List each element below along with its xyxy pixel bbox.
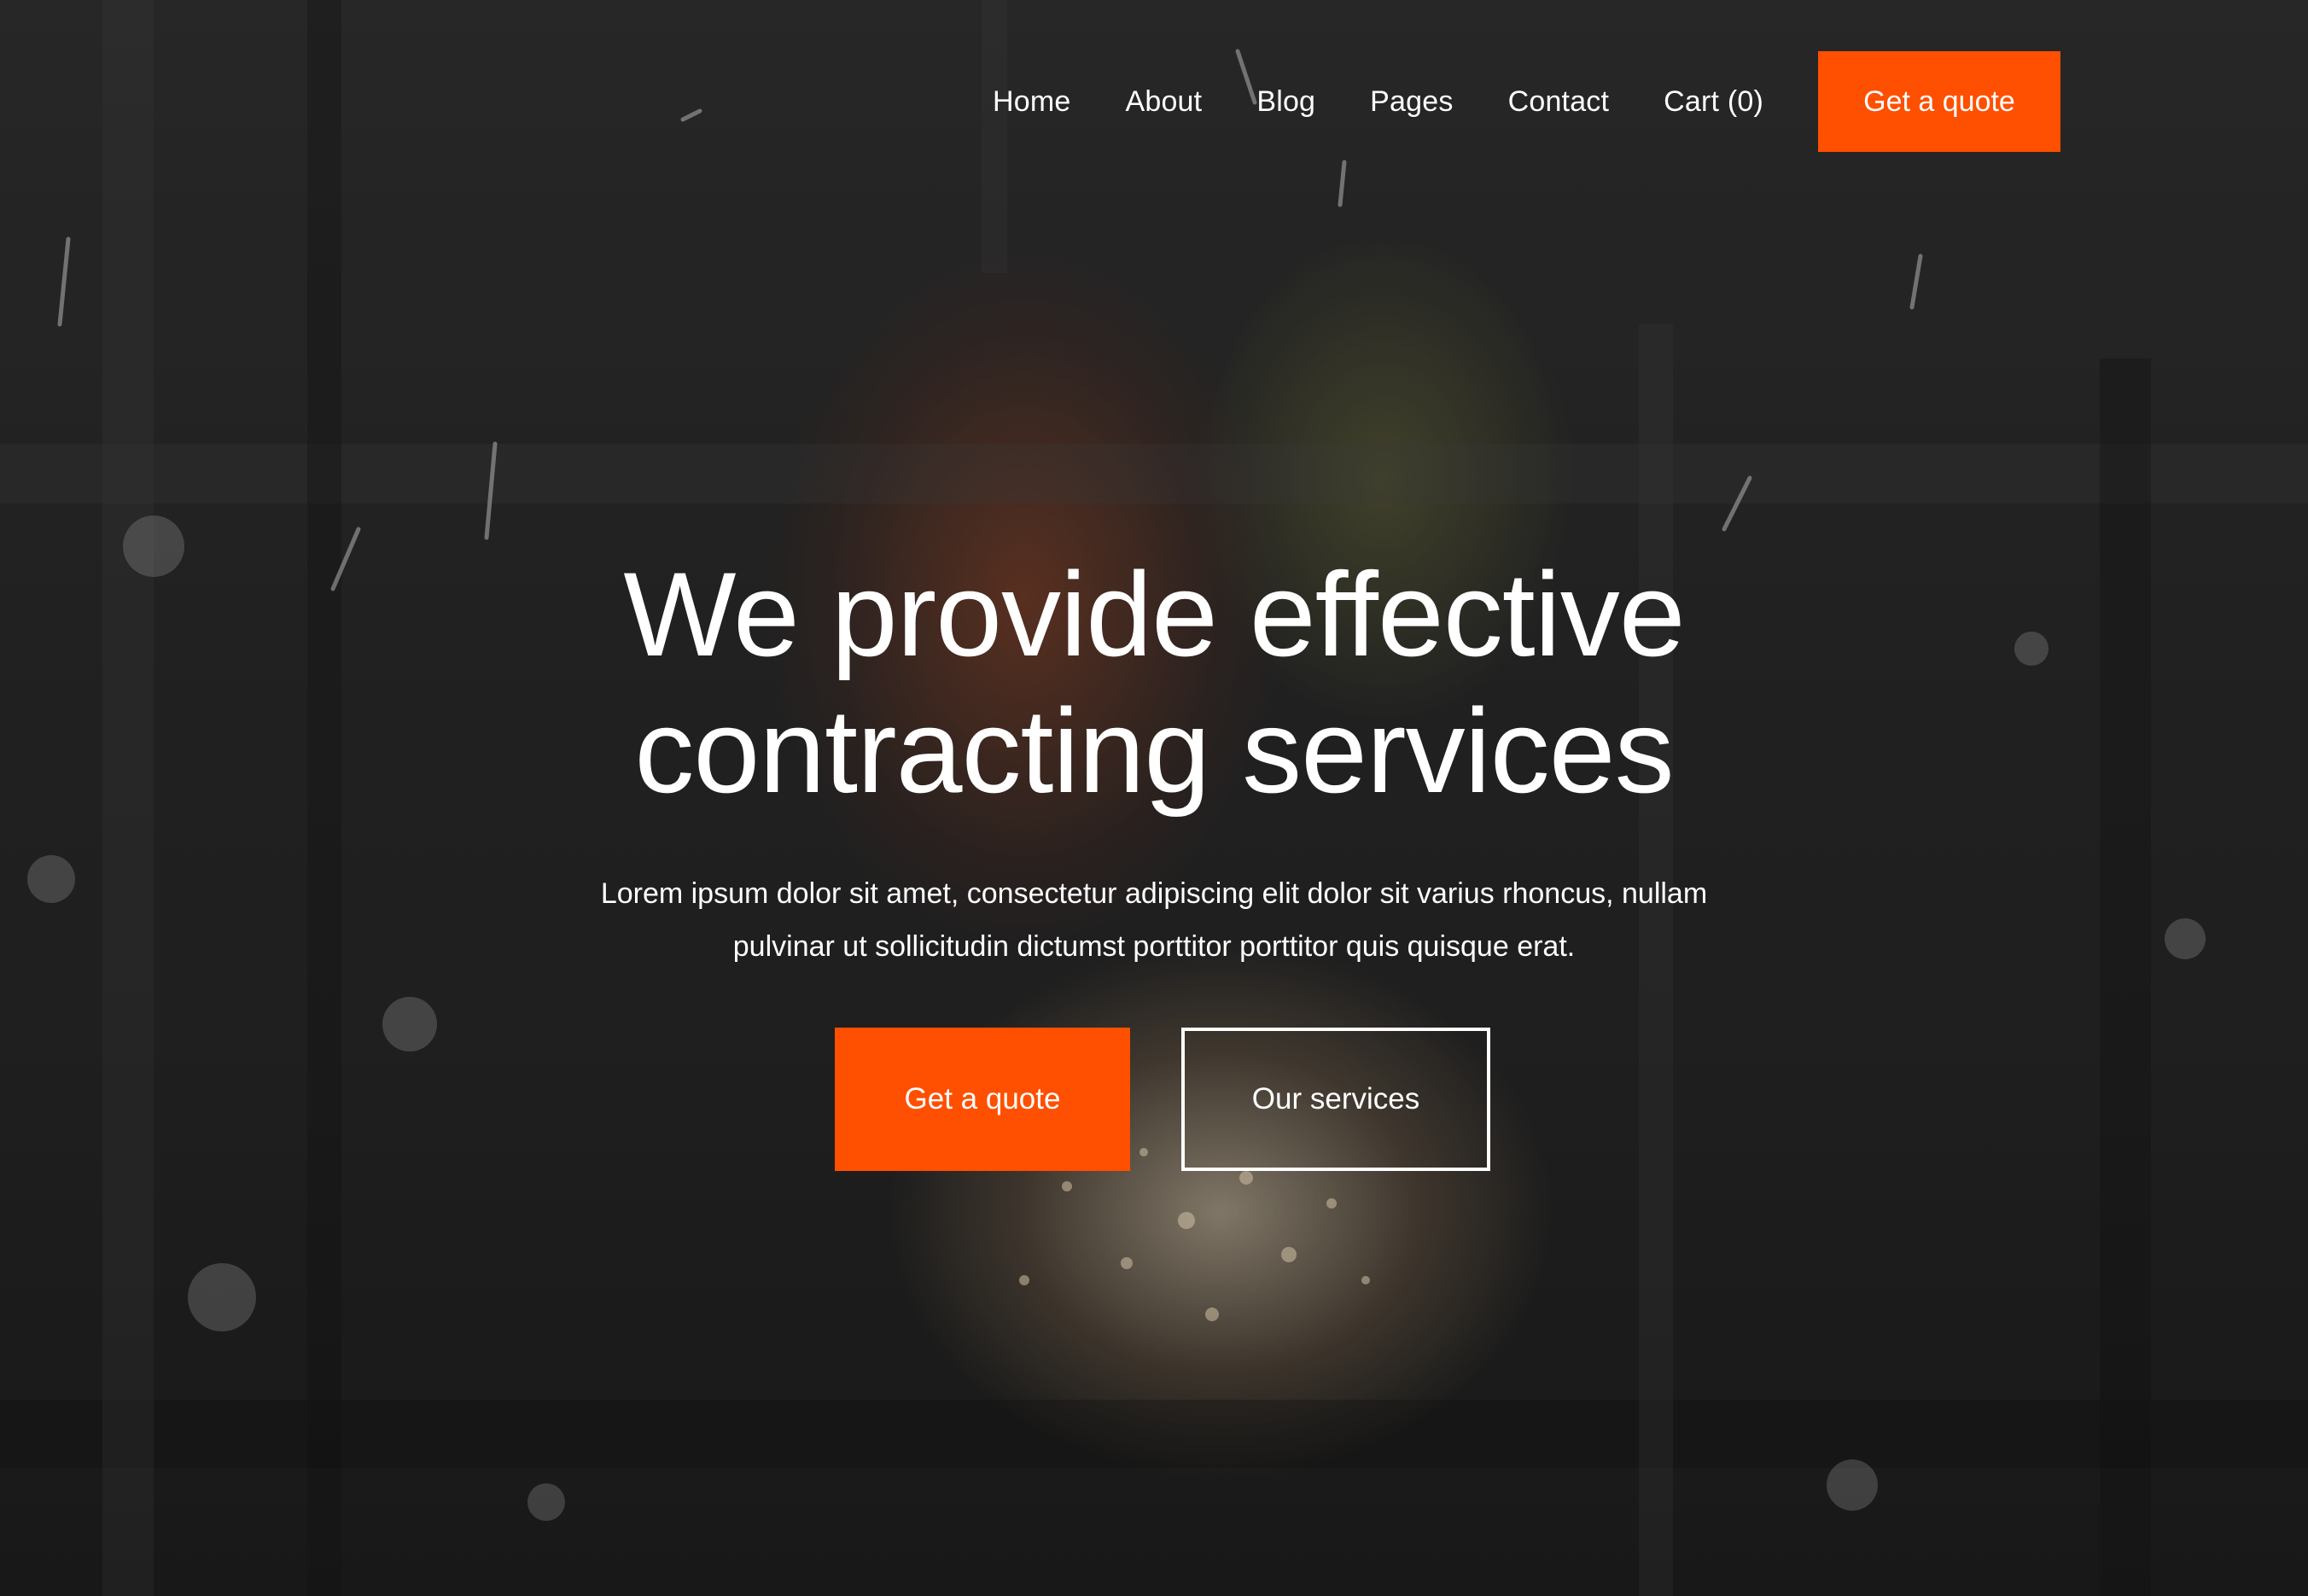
hero-subtext: Lorem ipsum dolor sit amet, consectetur …	[600, 877, 1708, 963]
hero-content: We provide effective contracting service…	[0, 546, 2308, 1171]
nav-item-blog[interactable]: Blog	[1256, 85, 1315, 119]
hero-section: Home About Blog Pages Contact Cart (0) G…	[0, 0, 2308, 1596]
hero-button-row: Get a quote Our services	[17, 1028, 2308, 1171]
hero-headline: We provide effective contracting service…	[623, 547, 1685, 818]
nav-item-about[interactable]: About	[1125, 85, 1202, 119]
nav-item-cart[interactable]: Cart (0)	[1664, 85, 1763, 119]
nav-item-home[interactable]: Home	[993, 85, 1071, 119]
our-services-button[interactable]: Our services	[1181, 1028, 1490, 1171]
nav-item-pages[interactable]: Pages	[1370, 85, 1453, 119]
get-a-quote-button[interactable]: Get a quote	[835, 1028, 1130, 1171]
nav-item-contact[interactable]: Contact	[1508, 85, 1610, 119]
nav-get-a-quote-button[interactable]: Get a quote	[1818, 51, 2060, 152]
main-navigation: Home About Blog Pages Contact Cart (0) G…	[993, 51, 2060, 152]
